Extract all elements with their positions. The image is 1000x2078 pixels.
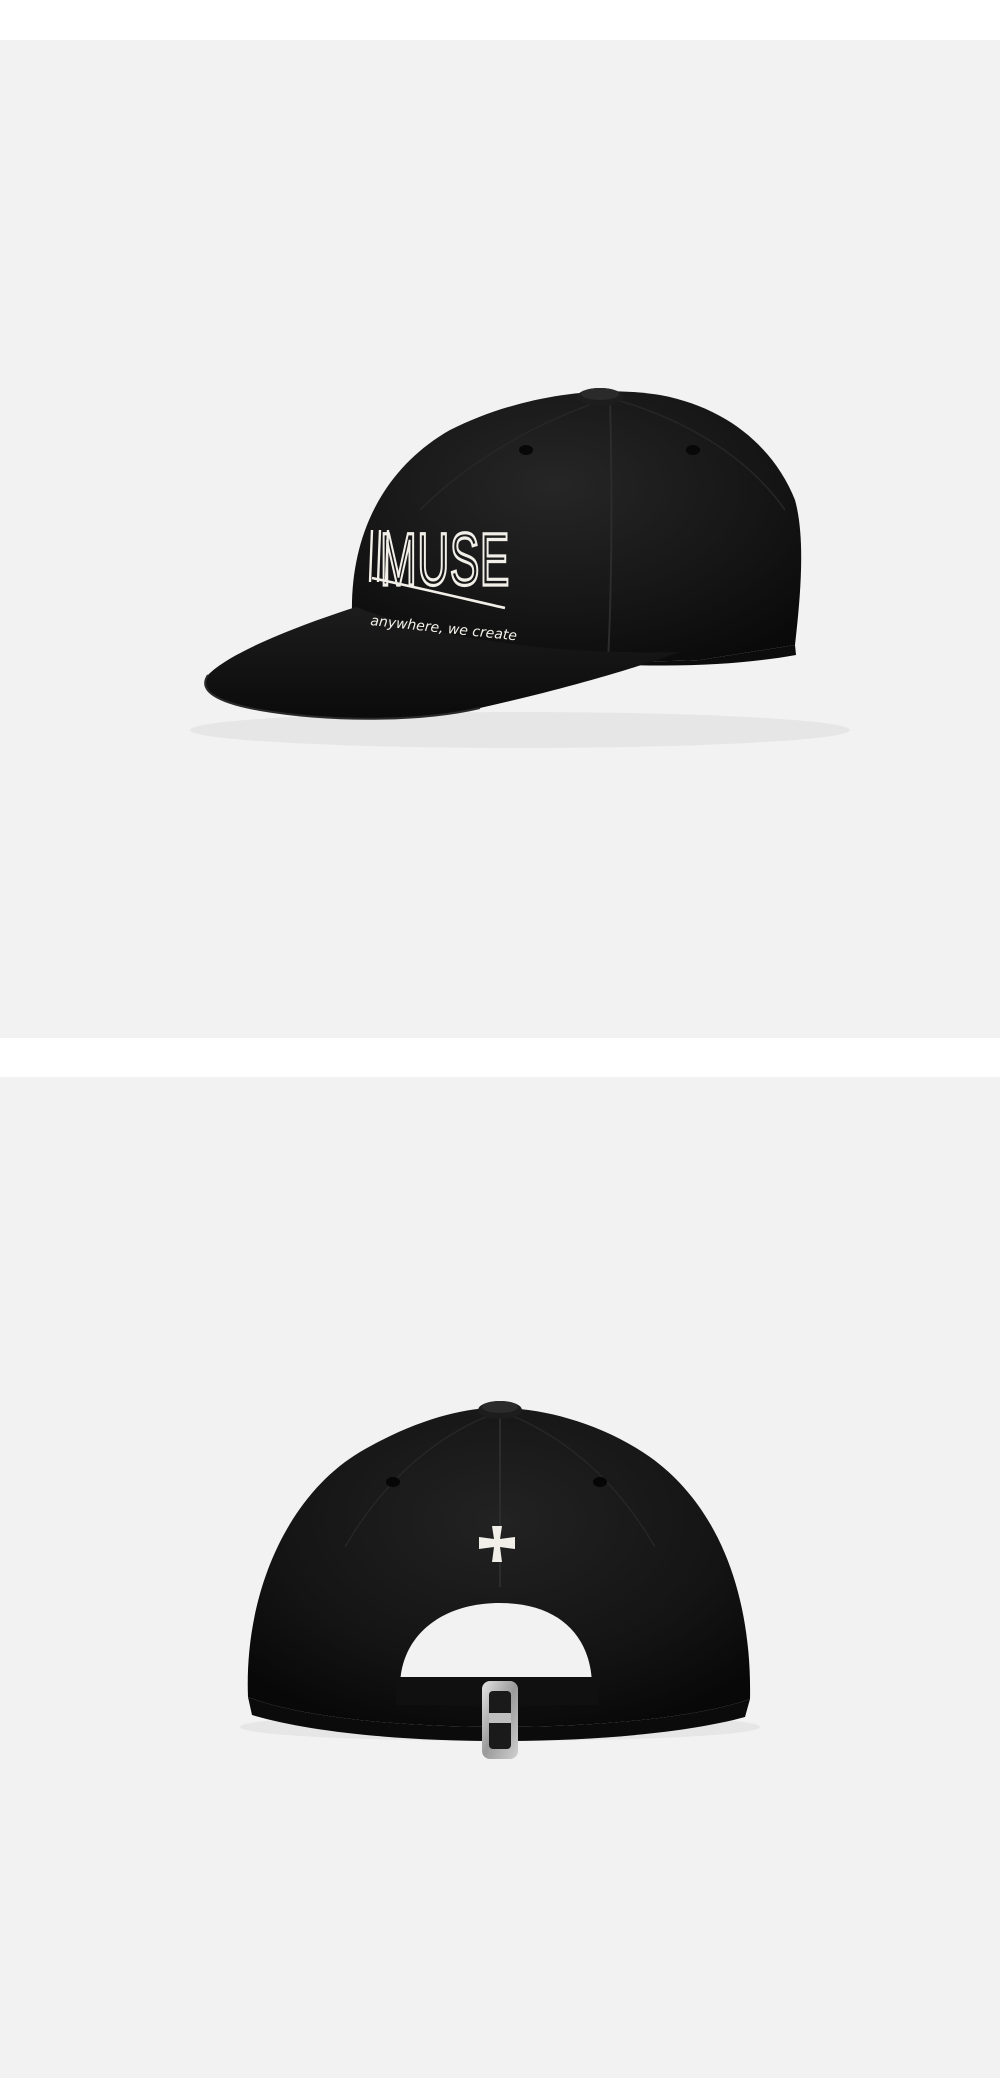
eyelet-icon	[686, 445, 700, 455]
cap-front-illustration: MUSE anywhere, we create	[190, 388, 850, 748]
eyelet-icon	[386, 1477, 400, 1487]
eyelet-icon	[519, 445, 533, 455]
cap-back-photo	[0, 1077, 1000, 2078]
cap-shadow	[190, 712, 850, 748]
muse-logo: MUSE anywhere, we create	[368, 516, 518, 644]
strap-buckle	[482, 1681, 518, 1759]
eyelet-icon	[593, 1477, 607, 1487]
cap-front-photo: MUSE anywhere, we create	[0, 40, 1000, 1038]
muse-logo-text: MUSE	[380, 518, 510, 601]
cap-back-illustration	[240, 1401, 760, 1759]
